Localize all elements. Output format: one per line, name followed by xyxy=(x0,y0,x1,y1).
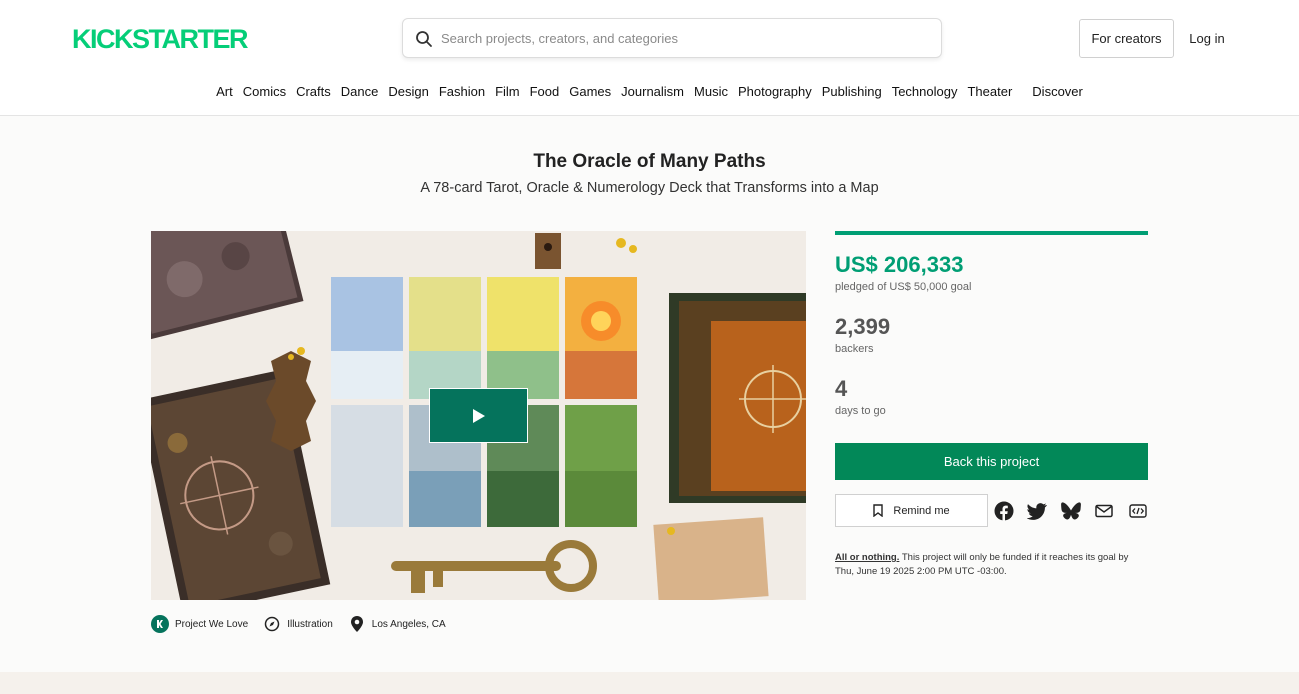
discover-link[interactable]: Discover xyxy=(1027,80,1088,104)
category-crafts[interactable]: Crafts xyxy=(291,80,336,104)
category-photography[interactable]: Photography xyxy=(733,80,817,104)
category-art[interactable]: Art xyxy=(211,80,238,104)
search-input[interactable] xyxy=(441,19,931,57)
project-we-love-tag[interactable]: Project We Love xyxy=(151,615,248,633)
project-tags: Project We Love Illustration Los Angeles… xyxy=(151,614,461,634)
category-theater[interactable]: Theater xyxy=(962,80,1017,104)
location-pin-icon xyxy=(348,615,366,633)
category-games[interactable]: Games xyxy=(564,80,616,104)
pledged-goal-text: pledged of US$ 50,000 goal xyxy=(835,281,972,293)
svg-text:KICKSTARTER: KICKSTARTER xyxy=(72,26,248,52)
category-design[interactable]: Design xyxy=(383,80,433,104)
project-video[interactable] xyxy=(151,231,806,600)
remind-me-button[interactable]: Remind me xyxy=(835,494,988,527)
search-icon xyxy=(416,31,432,47)
category-technology[interactable]: Technology xyxy=(887,80,963,104)
all-or-nothing-link[interactable]: All or nothing. xyxy=(835,552,899,563)
bluesky-icon[interactable] xyxy=(1060,500,1082,522)
location-tag[interactable]: Los Angeles, CA xyxy=(348,615,446,633)
search-box[interactable] xyxy=(402,18,942,58)
category-label: Illustration xyxy=(287,618,333,630)
category-journalism[interactable]: Journalism xyxy=(616,80,689,104)
funding-progress-fill xyxy=(835,231,1148,235)
category-film[interactable]: Film xyxy=(490,80,525,104)
remind-me-label: Remind me xyxy=(893,504,950,517)
facebook-icon[interactable] xyxy=(993,500,1015,522)
category-music[interactable]: Music xyxy=(689,80,733,104)
category-tag[interactable]: Illustration xyxy=(263,615,333,633)
backers-count: 2,399 xyxy=(835,314,891,339)
login-link[interactable]: Log in xyxy=(1182,19,1232,58)
embed-icon[interactable] xyxy=(1127,500,1149,522)
category-fashion[interactable]: Fashion xyxy=(434,80,490,104)
days-to-go-label: days to go xyxy=(835,405,886,417)
category-dance[interactable]: Dance xyxy=(336,80,384,104)
back-this-project-button[interactable]: Back this project xyxy=(835,443,1148,480)
bookmark-icon xyxy=(873,504,884,517)
backers-label: backers xyxy=(835,343,874,355)
email-icon[interactable] xyxy=(1093,500,1115,522)
kickstarter-badge-icon xyxy=(151,615,169,633)
category-food[interactable]: Food xyxy=(525,80,565,104)
compass-icon xyxy=(263,615,281,633)
category-nav: Art Comics Crafts Dance Design Fashion F… xyxy=(0,80,1299,104)
project-subtitle: A 78-card Tarot, Oracle & Numerology Dec… xyxy=(420,180,879,196)
location-label: Los Angeles, CA xyxy=(371,618,446,630)
days-to-go-count: 4 xyxy=(835,376,848,401)
page-bottom-band xyxy=(0,672,1299,694)
for-creators-button[interactable]: For creators xyxy=(1079,19,1174,58)
project-title: The Oracle of Many Paths xyxy=(533,151,766,172)
play-button[interactable] xyxy=(429,388,528,443)
pledged-amount: US$ 206,333 xyxy=(835,252,964,277)
category-comics[interactable]: Comics xyxy=(238,80,291,104)
funding-progress-bar xyxy=(835,231,1148,235)
category-publishing[interactable]: Publishing xyxy=(817,80,887,104)
twitter-icon[interactable] xyxy=(1026,500,1048,522)
all-or-nothing-notice: All or nothing. This project will only b… xyxy=(835,551,1148,579)
kickstarter-logo[interactable]: KICKSTARTER xyxy=(72,26,266,52)
site-header: KICKSTARTER For creators Log in Art Comi… xyxy=(0,0,1299,116)
play-icon xyxy=(472,408,485,423)
project-we-love-label: Project We Love xyxy=(175,618,249,630)
